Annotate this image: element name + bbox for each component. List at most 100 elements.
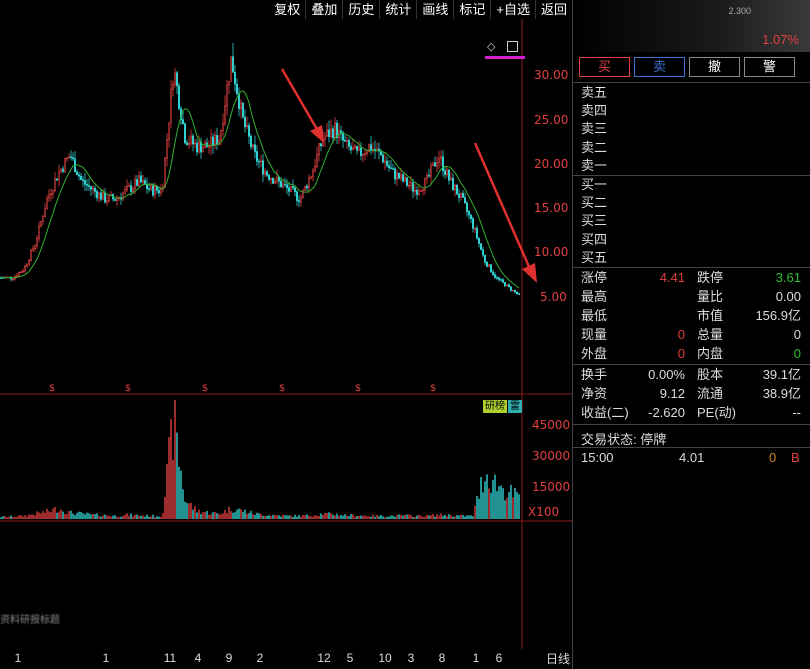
volume-bar: [94, 514, 96, 519]
candle-body: [407, 185, 410, 187]
candle-body: [455, 185, 458, 195]
volume-bar: [38, 512, 40, 519]
time-axis-label: 9: [225, 651, 233, 665]
diamond-icon[interactable]: ◇: [487, 40, 495, 53]
toolbar-button-overlay[interactable]: 叠加: [305, 0, 342, 19]
volume-bar: [294, 514, 296, 519]
candle-body: [212, 136, 215, 146]
volume-bar: [122, 516, 124, 519]
alert-badge[interactable]: 雷: [508, 400, 522, 413]
volume-bar: [402, 515, 404, 519]
candle-body: [413, 189, 416, 192]
kline-chart-area[interactable]: 30.00 25.00 20.00 15.00 10.00 5.00 45000…: [0, 19, 572, 649]
fundamental-stats: 换手 0.00% 股本 39.1亿 净资 9.12 流通 38.9亿 收益(二)…: [573, 365, 810, 422]
candle-body: [451, 177, 454, 191]
volume-bar: [206, 510, 208, 519]
volume-bar: [472, 516, 474, 519]
volume-bar: [256, 512, 258, 519]
candle-body: [132, 188, 135, 192]
candle-body: [148, 188, 151, 190]
toolbar-button-mark[interactable]: 标记: [453, 0, 490, 19]
volume-bar: [518, 494, 520, 519]
volume-bar: [432, 514, 434, 519]
volume-bar: [20, 514, 22, 519]
candle-body: [106, 200, 109, 203]
candle-body: [192, 135, 195, 145]
volume-bar: [292, 516, 294, 519]
volume-bar: [320, 513, 322, 519]
volume-bar: [492, 480, 494, 519]
volume-bar: [476, 495, 478, 519]
volume-bar: [242, 511, 244, 519]
stats-row: 外盘 0 内盘 0: [573, 344, 810, 363]
candle-body: [325, 129, 328, 137]
volume-bar: [182, 489, 184, 519]
volume-bar: [32, 514, 34, 519]
volume-bar: [342, 515, 344, 519]
candle-body: [55, 178, 58, 181]
volume-bar: [484, 481, 486, 519]
time-axis-label: 2: [256, 651, 264, 665]
candle-body: [395, 172, 398, 180]
candle-body: [287, 187, 290, 192]
volume-bar: [316, 515, 318, 519]
sell-button[interactable]: 卖: [634, 57, 685, 77]
volume-bar: [102, 515, 104, 519]
volume-bar: [334, 515, 336, 519]
volume-bar: [480, 477, 482, 519]
volume-bar: [336, 513, 338, 519]
candle-body: [307, 177, 310, 189]
volume-bar: [406, 514, 408, 519]
period-selector[interactable]: 日线: [546, 650, 570, 667]
candle-body: [343, 139, 346, 142]
candle-body: [497, 277, 500, 280]
volume-bar: [426, 514, 428, 519]
time-axis-label: 1: [472, 651, 480, 665]
toolbar-button-history[interactable]: 历史: [342, 0, 379, 19]
candle-body: [303, 185, 306, 191]
cancel-order-button[interactable]: 撤: [689, 57, 740, 77]
candle-body: [295, 191, 298, 201]
toolbar-button-add-watchlist[interactable]: +自选: [490, 0, 535, 19]
volume-bar: [352, 514, 354, 519]
candle-body: [317, 143, 320, 155]
candle-body: [230, 56, 233, 82]
divider: [573, 424, 810, 425]
candle-body: [389, 167, 392, 169]
toolbar-button-statistics[interactable]: 统计: [379, 0, 416, 19]
toolbar-button-restore-rights[interactable]: 复权: [269, 0, 305, 19]
volume-bar: [456, 515, 458, 519]
volume-bar: [404, 514, 406, 519]
research-badge[interactable]: 研榜: [483, 400, 507, 413]
volume-axis-label: 15000: [532, 480, 570, 494]
stat-value: 0.00: [775, 289, 801, 304]
candle-body: [94, 187, 97, 192]
volume-bar: [448, 514, 450, 519]
alert-button[interactable]: 警: [744, 57, 795, 77]
stat-value: 0: [677, 327, 685, 342]
candle-body: [98, 192, 101, 199]
volume-bar: [272, 514, 274, 519]
volume-bar: [424, 516, 426, 519]
toolbar-button-draw-line[interactable]: 画线: [416, 0, 453, 19]
volume-bar: [152, 514, 154, 519]
stat-label: 股本: [697, 367, 724, 382]
volume-bar: [44, 512, 46, 519]
candle-body: [116, 198, 119, 201]
volume-bar: [390, 515, 392, 519]
volume-bar: [386, 516, 388, 519]
stat-value: 38.9亿: [762, 386, 801, 401]
candle-body: [399, 174, 402, 179]
candle-body: [501, 279, 504, 283]
window-icon[interactable]: [507, 41, 518, 52]
order-level-label: 买五: [581, 249, 608, 265]
volume-bar: [494, 474, 496, 519]
kline-chart[interactable]: 30.00 25.00 20.00 15.00 10.00 5.00 45000…: [0, 19, 572, 649]
buy-order-book: 买一 买二 买三 买四 买五: [581, 176, 607, 267]
volume-bar: [350, 513, 352, 519]
toolbar-button-back[interactable]: 返回: [534, 0, 572, 19]
buy-button[interactable]: 买: [579, 57, 630, 77]
volume-bar: [440, 513, 442, 519]
candle-body: [134, 179, 137, 189]
volume-bar: [240, 509, 242, 519]
